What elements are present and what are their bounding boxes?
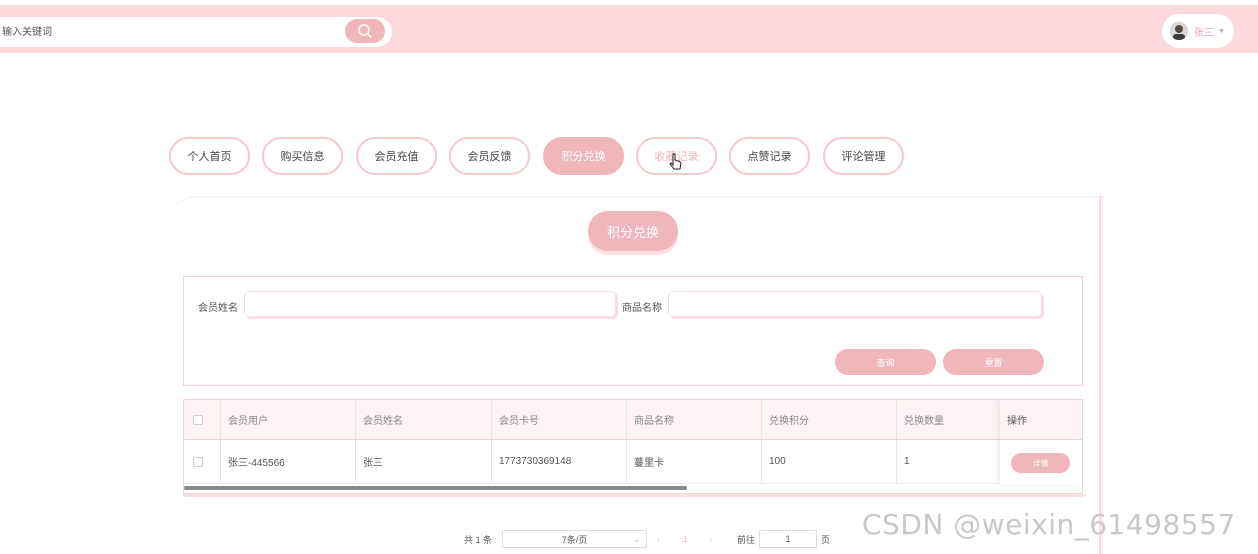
watermark: CSDN @weixin_61498557 <box>862 508 1236 541</box>
page-size-select[interactable]: 7条/页 ⌄ <box>502 530 647 548</box>
row-select-cell <box>184 440 221 483</box>
points-exchange-panel: 积分兑换 会员姓名 商品名称 查询 重置 会员用户 会员姓名 会员卡号 商品名称… <box>169 196 1099 554</box>
prev-page-icon[interactable]: ‹ <box>657 530 660 548</box>
col-points: 兑换积分 <box>762 400 897 439</box>
table-header: 会员用户 会员姓名 会员卡号 商品名称 兑换积分 兑换数量 <box>184 400 1082 440</box>
row-checkbox[interactable] <box>193 456 203 467</box>
col-product-name: 商品名称 <box>627 400 762 439</box>
member-name-input[interactable] <box>244 291 616 317</box>
tab-points-exchange[interactable]: 积分兑换 <box>543 137 624 175</box>
goto-label: 前往 <box>737 534 756 545</box>
col-operation: 操作 <box>1000 400 1082 440</box>
col-member-name: 会员姓名 <box>356 400 492 439</box>
current-page[interactable]: 1 <box>683 530 688 548</box>
cell-product-name: 蔓里卡 <box>627 440 762 483</box>
cell-points: 100 <box>762 440 897 483</box>
tab-member-feedback[interactable]: 会员反馈 <box>449 137 530 175</box>
table-shadow <box>183 494 1085 497</box>
tab-purchase-info[interactable]: 购买信息 <box>262 137 343 175</box>
tab-comments[interactable]: 评论管理 <box>823 137 904 175</box>
search-button[interactable] <box>345 19 385 43</box>
next-page-icon[interactable]: › <box>709 530 712 548</box>
col-card-no: 会员卡号 <box>492 400 627 439</box>
cell-card-no: 1773730369148 <box>492 440 627 483</box>
pager-total: 共 1 条 <box>464 534 493 545</box>
cell-member-user: 张三-445566 <box>221 440 356 483</box>
goto-page-input[interactable]: 1 <box>759 530 817 548</box>
cell-member-name: 张三 <box>356 440 492 483</box>
col-quantity: 兑换数量 <box>897 400 1001 439</box>
user-name: 张三 <box>1194 27 1214 39</box>
search-box <box>0 17 392 47</box>
exchange-table: 会员用户 会员姓名 会员卡号 商品名称 兑换积分 兑换数量 张三-445566 … <box>183 399 1083 494</box>
cell-quantity: 1 <box>897 440 1001 483</box>
page-suffix: 页 <box>821 534 831 545</box>
operation-column: 操作 详情 <box>1000 400 1082 484</box>
filter-form: 会员姓名 商品名称 查询 重置 <box>183 276 1083 386</box>
user-menu[interactable]: 张三 ▼ <box>1162 14 1234 48</box>
horizontal-scrollbar[interactable] <box>184 486 687 490</box>
tab-member-recharge[interactable]: 会员充值 <box>356 137 437 175</box>
top-bar: 张三 ▼ <box>0 5 1258 53</box>
reset-button[interactable]: 重置 <box>943 349 1044 375</box>
chevron-down-icon: ⌄ <box>633 534 640 544</box>
tab-home[interactable]: 个人首页 <box>169 137 250 175</box>
col-member-user: 会员用户 <box>221 400 356 439</box>
query-button[interactable]: 查询 <box>835 349 936 375</box>
select-all-cell <box>184 400 221 439</box>
panel-title: 积分兑换 <box>588 211 678 251</box>
product-name-input[interactable] <box>668 291 1042 317</box>
search-input[interactable] <box>0 17 340 47</box>
cursor-icon <box>669 153 682 170</box>
table-row: 张三-445566 张三 1773730369148 蔓里卡 100 1 <box>184 440 1082 484</box>
page-size-value: 7条/页 <box>561 534 588 545</box>
avatar <box>1170 22 1188 40</box>
detail-button[interactable]: 详情 <box>1011 453 1070 473</box>
chevron-down-icon: ▼ <box>1218 27 1225 35</box>
select-all-checkbox[interactable] <box>193 414 203 425</box>
member-name-label: 会员姓名 <box>198 303 238 314</box>
tab-likes[interactable]: 点赞记录 <box>729 137 810 175</box>
search-icon <box>358 24 373 39</box>
product-name-label: 商品名称 <box>622 303 662 314</box>
